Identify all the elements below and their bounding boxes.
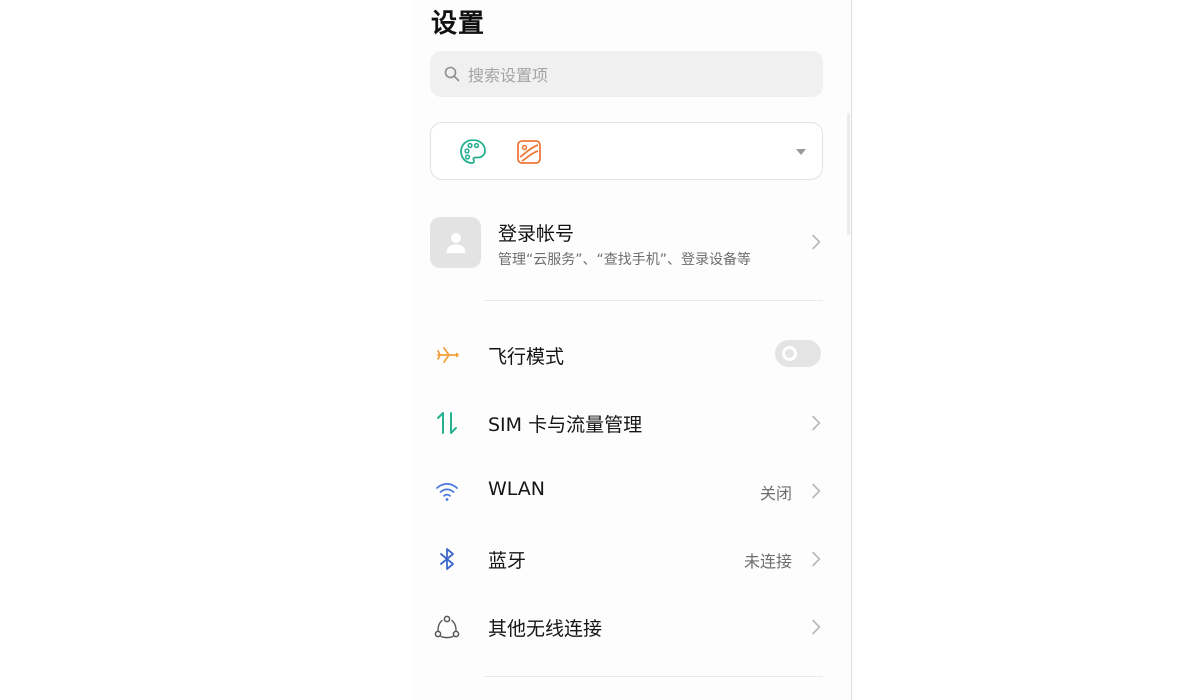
sim-data-icon: [437, 412, 457, 434]
wireless-connections-icon: [434, 615, 460, 639]
bluetooth-icon: [440, 548, 454, 570]
palette-icon[interactable]: [458, 137, 488, 167]
sim-data-label: SIM 卡与流量管理: [488, 414, 643, 436]
person-icon: [446, 233, 466, 253]
personalization-card[interactable]: [430, 122, 823, 180]
section-divider: [485, 300, 823, 301]
chevron-right-icon: [812, 619, 821, 635]
airplane-mode-label: 飞行模式: [488, 346, 565, 368]
settings-screen: 设置 搜索设置项 登录帐号 管理“云服务”、“查找手机”、登录设备等 飞行模式 …: [413, 0, 851, 700]
login-account-item[interactable]: 登录帐号 管理“云服务”、“查找手机”、登录设备等: [430, 216, 838, 270]
page-title: 设置: [431, 9, 486, 39]
wlan-label: WLAN: [488, 478, 546, 500]
other-wireless-item[interactable]: 其他无线连接: [430, 606, 838, 646]
bluetooth-label: 蓝牙: [488, 550, 527, 572]
toggle-knob: [782, 346, 797, 361]
airplane-icon: [437, 347, 459, 363]
wifi-icon: [436, 482, 458, 501]
section-divider: [485, 676, 823, 677]
bluetooth-status: 未连接: [743, 552, 792, 571]
chevron-right-icon: [812, 415, 821, 431]
chevron-right-icon: [812, 483, 821, 499]
triangle-down-icon[interactable]: [795, 147, 807, 157]
chevron-right-icon: [812, 234, 821, 250]
account-title: 登录帐号: [498, 223, 575, 245]
search-placeholder: 搜索设置项: [468, 66, 549, 85]
chevron-right-icon: [812, 551, 821, 567]
wlan-status: 关闭: [759, 484, 792, 503]
airplane-mode-item[interactable]: 飞行模式: [430, 334, 838, 374]
screen: 设置 搜索设置项 登录帐号 管理“云服务”、“查找手机”、登录设备等 飞行模式 …: [0, 0, 1200, 700]
search-input[interactable]: 搜索设置项: [430, 51, 823, 97]
window-edge: [851, 0, 852, 700]
bluetooth-item[interactable]: 蓝牙 未连接: [430, 538, 838, 578]
wlan-item[interactable]: WLAN 关闭: [430, 470, 838, 510]
search-icon: [444, 66, 460, 82]
airplane-mode-toggle[interactable]: [775, 340, 821, 367]
avatar: [430, 217, 481, 268]
other-wireless-label: 其他无线连接: [488, 618, 603, 640]
wallpaper-icon[interactable]: [514, 137, 544, 167]
scrollbar[interactable]: [847, 113, 850, 235]
sim-data-item[interactable]: SIM 卡与流量管理: [430, 402, 838, 442]
account-subtitle: 管理“云服务”、“查找手机”、登录设备等: [498, 252, 752, 268]
